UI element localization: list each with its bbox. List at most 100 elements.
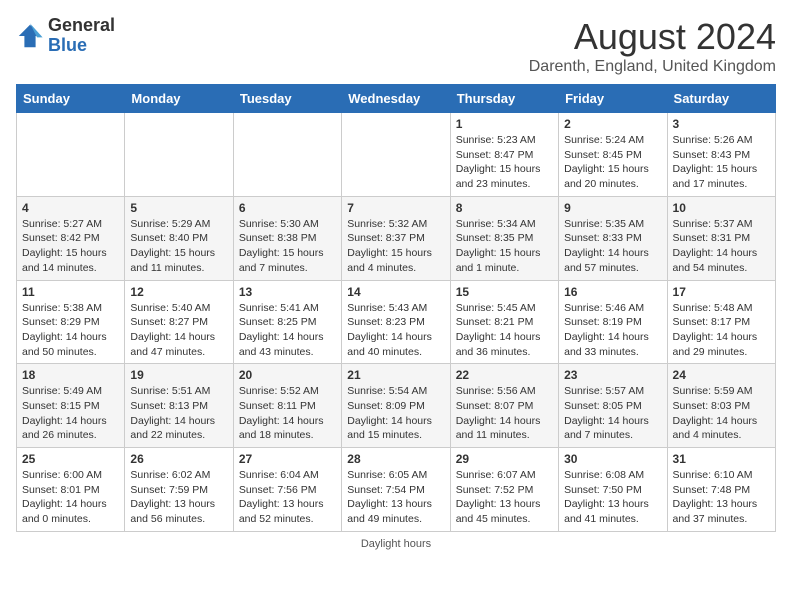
sunrise-text: Sunrise: 5:48 AM [673,302,753,314]
sunrise-text: Sunrise: 6:04 AM [239,469,319,481]
day-of-week-header: Thursday [450,85,558,113]
logo-general: General [48,16,115,36]
sunrise-text: Sunrise: 6:07 AM [456,469,536,481]
calendar-cell: 9 Sunrise: 5:35 AM Sunset: 8:33 PM Dayli… [559,196,667,280]
day-of-week-header: Monday [125,85,233,113]
sunrise-text: Sunrise: 5:32 AM [347,218,427,230]
sunrise-text: Sunrise: 5:38 AM [22,302,102,314]
sunrise-text: Sunrise: 5:40 AM [130,302,210,314]
day-number: 4 [22,201,119,215]
sunset-text: Sunset: 8:27 PM [130,316,208,328]
day-number: 20 [239,368,336,382]
sunrise-text: Sunrise: 5:43 AM [347,302,427,314]
calendar-cell: 30 Sunrise: 6:08 AM Sunset: 7:50 PM Dayl… [559,448,667,532]
sunrise-text: Sunrise: 5:52 AM [239,385,319,397]
daylight-text: Daylight: 14 hours and 47 minutes. [130,331,215,358]
day-info: Sunrise: 6:04 AM Sunset: 7:56 PM Dayligh… [239,468,336,527]
sunset-text: Sunset: 8:23 PM [347,316,425,328]
title-block: August 2024 Darenth, England, United Kin… [529,16,776,76]
day-number: 17 [673,285,770,299]
logo-text: General Blue [48,16,115,56]
day-number: 26 [130,452,227,466]
sunset-text: Sunset: 8:03 PM [673,400,751,412]
calendar-cell [17,113,125,197]
calendar-table: SundayMondayTuesdayWednesdayThursdayFrid… [16,84,776,532]
calendar-cell: 25 Sunrise: 6:00 AM Sunset: 8:01 PM Dayl… [17,448,125,532]
sunset-text: Sunset: 7:59 PM [130,484,208,496]
sunset-text: Sunset: 7:50 PM [564,484,642,496]
calendar-cell: 13 Sunrise: 5:41 AM Sunset: 8:25 PM Dayl… [233,280,341,364]
sunrise-text: Sunrise: 5:29 AM [130,218,210,230]
sunset-text: Sunset: 8:42 PM [22,232,100,244]
day-number: 10 [673,201,770,215]
calendar-header-row: SundayMondayTuesdayWednesdayThursdayFrid… [17,85,776,113]
calendar-cell: 5 Sunrise: 5:29 AM Sunset: 8:40 PM Dayli… [125,196,233,280]
daylight-text: Daylight: 14 hours and 29 minutes. [673,331,758,358]
day-info: Sunrise: 5:48 AM Sunset: 8:17 PM Dayligh… [673,301,770,360]
sunset-text: Sunset: 8:17 PM [673,316,751,328]
day-number: 25 [22,452,119,466]
calendar-cell: 7 Sunrise: 5:32 AM Sunset: 8:37 PM Dayli… [342,196,450,280]
sunrise-text: Sunrise: 5:23 AM [456,134,536,146]
daylight-text: Daylight: 14 hours and 11 minutes. [456,415,541,442]
sunset-text: Sunset: 8:07 PM [456,400,534,412]
calendar-week-row: 4 Sunrise: 5:27 AM Sunset: 8:42 PM Dayli… [17,196,776,280]
daylight-text: Daylight: 13 hours and 41 minutes. [564,498,649,525]
day-number: 28 [347,452,444,466]
day-number: 21 [347,368,444,382]
day-number: 30 [564,452,661,466]
day-info: Sunrise: 5:34 AM Sunset: 8:35 PM Dayligh… [456,217,553,276]
sunrise-text: Sunrise: 5:37 AM [673,218,753,230]
sunset-text: Sunset: 7:48 PM [673,484,751,496]
daylight-text: Daylight: 14 hours and 4 minutes. [673,415,758,442]
day-number: 22 [456,368,553,382]
daylight-text: Daylight: 13 hours and 56 minutes. [130,498,215,525]
sunrise-text: Sunrise: 5:49 AM [22,385,102,397]
daylight-text: Daylight: 13 hours and 45 minutes. [456,498,541,525]
daylight-text: Daylight: 14 hours and 18 minutes. [239,415,324,442]
day-info: Sunrise: 5:40 AM Sunset: 8:27 PM Dayligh… [130,301,227,360]
daylight-text: Daylight: 14 hours and 54 minutes. [673,247,758,274]
location-subtitle: Darenth, England, United Kingdom [529,58,776,76]
sunrise-text: Sunrise: 5:51 AM [130,385,210,397]
daylight-text: Daylight: 15 hours and 1 minute. [456,247,541,274]
daylight-text: Daylight: 15 hours and 14 minutes. [22,247,107,274]
sunrise-text: Sunrise: 5:24 AM [564,134,644,146]
day-number: 23 [564,368,661,382]
calendar-cell: 16 Sunrise: 5:46 AM Sunset: 8:19 PM Dayl… [559,280,667,364]
sunrise-text: Sunrise: 5:27 AM [22,218,102,230]
sunrise-text: Sunrise: 5:26 AM [673,134,753,146]
logo-icon [16,22,44,50]
daylight-text: Daylight: 13 hours and 37 minutes. [673,498,758,525]
sunset-text: Sunset: 8:05 PM [564,400,642,412]
day-number: 5 [130,201,227,215]
calendar-cell: 10 Sunrise: 5:37 AM Sunset: 8:31 PM Dayl… [667,196,775,280]
calendar-cell: 29 Sunrise: 6:07 AM Sunset: 7:52 PM Dayl… [450,448,558,532]
sunset-text: Sunset: 8:11 PM [239,400,316,412]
sunrise-text: Sunrise: 5:41 AM [239,302,319,314]
sunset-text: Sunset: 8:47 PM [456,149,534,161]
sunset-text: Sunset: 8:19 PM [564,316,642,328]
day-number: 8 [456,201,553,215]
sunset-text: Sunset: 8:38 PM [239,232,317,244]
daylight-text: Daylight: 15 hours and 17 minutes. [673,163,758,190]
calendar-cell [125,113,233,197]
sunrise-text: Sunrise: 5:30 AM [239,218,319,230]
day-of-week-header: Friday [559,85,667,113]
daylight-label: Daylight hours [361,538,431,550]
calendar-cell: 18 Sunrise: 5:49 AM Sunset: 8:15 PM Dayl… [17,364,125,448]
sunrise-text: Sunrise: 6:10 AM [673,469,753,481]
calendar-cell: 23 Sunrise: 5:57 AM Sunset: 8:05 PM Dayl… [559,364,667,448]
day-number: 24 [673,368,770,382]
daylight-text: Daylight: 15 hours and 23 minutes. [456,163,541,190]
daylight-text: Daylight: 14 hours and 36 minutes. [456,331,541,358]
day-number: 19 [130,368,227,382]
daylight-text: Daylight: 13 hours and 52 minutes. [239,498,324,525]
day-number: 13 [239,285,336,299]
day-info: Sunrise: 5:59 AM Sunset: 8:03 PM Dayligh… [673,384,770,443]
sunrise-text: Sunrise: 5:35 AM [564,218,644,230]
daylight-text: Daylight: 14 hours and 0 minutes. [22,498,107,525]
day-of-week-header: Saturday [667,85,775,113]
calendar-cell: 1 Sunrise: 5:23 AM Sunset: 8:47 PM Dayli… [450,113,558,197]
calendar-cell [233,113,341,197]
